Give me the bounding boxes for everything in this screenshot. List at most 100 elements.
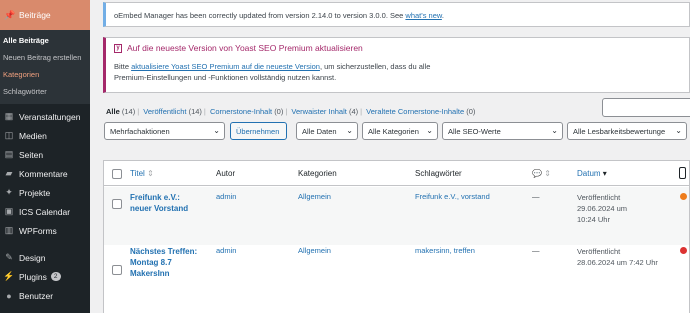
category-filter-select[interactable]: Alle Kategorien ⌄	[362, 122, 438, 140]
menu-pages-label: Seiten	[19, 149, 44, 160]
view-cornerstone[interactable]: Cornerstone-Inhalt	[210, 107, 272, 116]
apply-button[interactable]: Übernehmen	[230, 122, 287, 140]
plugins-update-badge: 2	[50, 272, 61, 281]
post-tags-link[interactable]: Freifunk e.V., vorstand	[415, 192, 490, 201]
bulk-actions-select[interactable]: Mehrfachaktionen ⌄	[104, 122, 225, 140]
view-stale-cornerstone[interactable]: Veraltete Cornerstone-Inhalte	[366, 107, 464, 116]
column-author-header: Autor	[216, 169, 236, 178]
admin-sidebar: 📌 Beiträge Alle Beiträge Neuen Beitrag e…	[0, 0, 90, 313]
seo-score-indicator	[680, 247, 687, 254]
posts-table: Titel ⇕ Autor Kategorien Schlagwörter 💬 …	[103, 160, 690, 313]
pages-icon: ▤	[4, 149, 14, 159]
chevron-down-icon: ⌄	[213, 126, 220, 135]
menu-events[interactable]: ▦ Veranstaltungen	[0, 107, 90, 126]
menu-users[interactable]: ● Benutzer	[0, 286, 90, 305]
menu-plugins[interactable]: ⚡ Plugins 2	[0, 267, 90, 286]
seo-score-icon	[679, 167, 686, 179]
column-date-header[interactable]: Datum ▾	[577, 169, 607, 178]
menu-ics-calendar[interactable]: ▣ ICS Calendar	[0, 202, 90, 221]
view-orphaned-count: (4)	[348, 107, 359, 116]
submenu-tags[interactable]: Schlagwörter	[0, 83, 90, 100]
menu-ics-label: ICS Calendar	[19, 206, 71, 217]
menu-projects[interactable]: ✦ Projekte	[0, 183, 90, 202]
post-comments-count: —	[532, 192, 540, 201]
yoast-body-post: , um sicherzustellen, dass du alle	[319, 62, 431, 71]
yoast-body-pre: Bitte	[114, 62, 132, 71]
menu-wpforms[interactable]: ▥ WPForms	[0, 221, 90, 240]
post-status-views: Alle (14) | Veröffentlicht (14) | Cornerst…	[106, 107, 476, 116]
pin-icon: 📌	[4, 9, 16, 20]
main-content: oEmbed Manager has been correctly update…	[90, 0, 690, 313]
brush-icon: ✎	[5, 252, 13, 262]
ics-icon: ▣	[4, 206, 14, 216]
sort-icon: ⇕	[147, 169, 154, 178]
table-header: Titel ⇕ Autor Kategorien Schlagwörter 💬 …	[104, 161, 689, 186]
media-icon: ◫	[4, 130, 14, 140]
post-title-link[interactable]: Freifunk e.V.: neuer Vorstand	[130, 192, 188, 214]
select-all-checkbox[interactable]	[112, 169, 122, 179]
view-orphaned[interactable]: Verwaister Inhalt	[291, 107, 346, 116]
comments-icon[interactable]: 💬 ⇕	[532, 169, 551, 178]
menu-plugins-label: Plugins	[19, 271, 47, 282]
calendar-icon: ▦	[4, 111, 14, 121]
user-icon: ●	[6, 290, 12, 301]
chevron-down-icon: ⌄	[426, 126, 433, 135]
forms-icon: ▥	[4, 225, 14, 235]
menu-users-label: Benutzer	[19, 290, 54, 301]
chevron-down-icon: ⌄	[346, 126, 353, 135]
bulk-actions-value: Mehrfachaktionen	[110, 127, 170, 136]
table-row: Freifunk e.V.: neuer Vorstand admin Allg…	[104, 187, 689, 245]
column-title-header[interactable]: Titel ⇕	[130, 169, 154, 178]
submenu-new-post[interactable]: Neuen Beitrag erstellen	[0, 49, 90, 66]
posts-submenu: Alle Beiträge Neuen Beitrag erstellen Ka…	[0, 30, 90, 104]
submenu-all-posts[interactable]: Alle Beiträge	[0, 32, 90, 49]
menu-pages[interactable]: ▤ Seiten	[0, 145, 90, 164]
view-published[interactable]: Veröffentlicht	[143, 107, 186, 116]
post-comments-count: —	[532, 246, 540, 255]
post-author-link[interactable]: admin	[216, 192, 236, 201]
menu-comments-label: Kommentare	[19, 168, 68, 179]
pin-icon: ✦	[5, 187, 13, 197]
menu-wpforms-label: WPForms	[19, 225, 57, 236]
menu-media[interactable]: ◫ Medien	[0, 126, 90, 145]
post-tags-link[interactable]: makersinn, treffen	[415, 246, 475, 255]
chevron-down-icon: ⌄	[551, 126, 558, 135]
whats-new-link[interactable]: what's new	[405, 11, 441, 20]
readability-filter-select[interactable]: Alle Lesbarkeitsbewertunge ⌄	[567, 122, 687, 140]
menu-posts[interactable]: 📌 Beiträge	[0, 0, 90, 30]
plugin-icon: ⚡	[3, 271, 15, 281]
view-all[interactable]: Alle	[106, 107, 120, 116]
search-input[interactable]	[602, 98, 690, 117]
post-category-link[interactable]: Allgemein	[298, 192, 331, 201]
column-tags-header: Schlagwörter	[415, 169, 462, 178]
menu-events-label: Veranstaltungen	[19, 111, 81, 122]
comments-icon: ▰	[5, 168, 13, 178]
post-author-link[interactable]: admin	[216, 246, 236, 255]
view-published-count: (14)	[188, 107, 202, 116]
oembed-notice-text: oEmbed Manager has been correctly update…	[114, 11, 406, 20]
date-filter-select[interactable]: Alle Daten ⌄	[296, 122, 358, 140]
view-cornerstone-count: (0)	[274, 107, 284, 116]
submenu-categories[interactable]: Kategorien	[0, 66, 90, 83]
yoast-body-line2: Premium-Einstellungen und -Funktionen vo…	[114, 73, 337, 82]
seo-filter-value: Alle SEO-Werte	[448, 127, 501, 136]
view-stale-count: (0)	[466, 107, 476, 116]
yoast-update-link[interactable]: aktualisiere Yoast SEO Premium auf die n…	[131, 62, 320, 71]
post-date: Veröffentlicht 29.06.2024 um 10:24 Uhr	[577, 193, 628, 224]
post-category-link[interactable]: Allgemein	[298, 246, 331, 255]
row-checkbox[interactable]	[112, 265, 122, 275]
row-checkbox[interactable]	[112, 199, 122, 209]
sort-icon: ▾	[602, 169, 607, 178]
seo-score-indicator	[680, 193, 687, 200]
column-categories-header: Kategorien	[298, 169, 337, 178]
menu-design[interactable]: ✎ Design	[0, 248, 90, 267]
menu-design-label: Design	[19, 252, 46, 263]
post-title-link[interactable]: Nächstes Treffen: Montag 8.7 MakersInn	[130, 246, 197, 279]
menu-comments[interactable]: ▰ Kommentare	[0, 164, 90, 183]
chevron-down-icon: ⌄	[675, 126, 682, 135]
oembed-notice-end: .	[441, 11, 444, 20]
table-row: Nächstes Treffen: Montag 8.7 MakersInn a…	[104, 245, 689, 313]
menu-media-label: Medien	[19, 130, 47, 141]
seo-filter-select[interactable]: Alle SEO-Werte ⌄	[442, 122, 563, 140]
oembed-notice: oEmbed Manager has been correctly update…	[103, 2, 690, 27]
